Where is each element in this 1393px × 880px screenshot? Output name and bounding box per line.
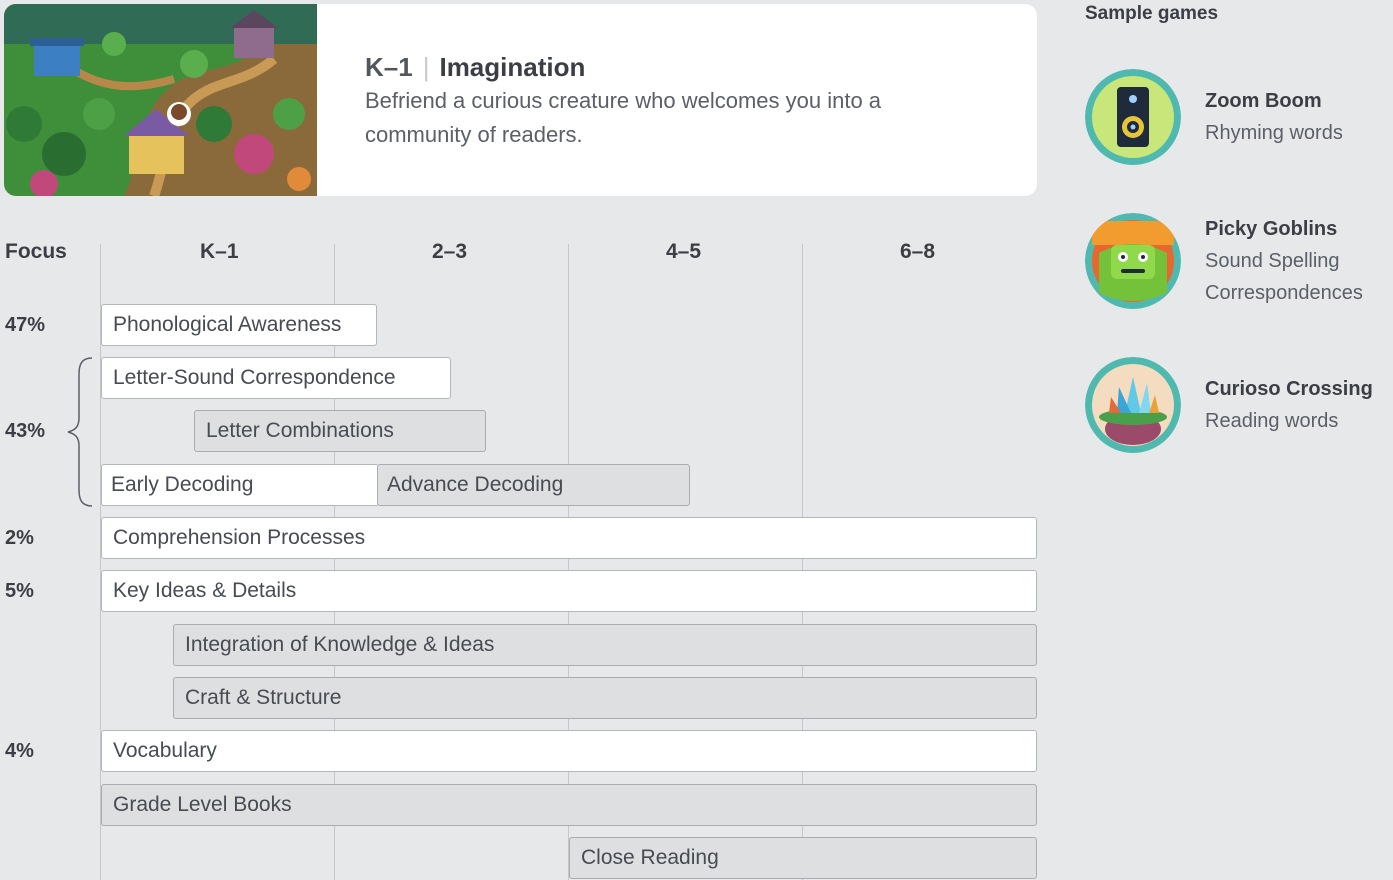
title-separator: | xyxy=(422,52,430,82)
world-card[interactable]: K–1 | Imagination Befriend a curious creat… xyxy=(4,4,1037,196)
goblin-icon xyxy=(1085,213,1181,309)
game-description: Reading words xyxy=(1205,410,1339,432)
skill-bar-close-reading[interactable]: Close Reading xyxy=(569,837,1037,879)
sample-games-title: Sample games xyxy=(1085,3,1219,24)
skill-bar-letter-sound[interactable]: Letter-Sound Correspondence xyxy=(101,357,451,399)
group-brace xyxy=(67,357,93,507)
skill-bar-craft-structure[interactable]: Craft & Structure xyxy=(173,677,1037,719)
skill-bar-early-decoding[interactable]: Early Decoding xyxy=(101,464,379,506)
grade-column-68: 6–8 xyxy=(900,240,936,263)
game-description: Rhyming words xyxy=(1205,122,1343,144)
game-text: Curioso Crossing Reading words xyxy=(1205,373,1393,437)
world-map-illustration xyxy=(4,4,317,196)
focus-column-header: Focus xyxy=(5,240,67,263)
world-card-description: Befriend a curious creature who welcomes… xyxy=(365,88,882,147)
game-description: Sound Spelling Correspondences xyxy=(1205,250,1363,304)
world-card-text: K–1 | Imagination Befriend a curious creat… xyxy=(365,50,985,152)
grade-column-k1: K–1 xyxy=(200,240,239,263)
world-card-name: Imagination xyxy=(439,52,586,82)
skill-bar-phonological-awareness[interactable]: Phonological Awareness xyxy=(101,304,377,346)
focus-percent: 5% xyxy=(5,580,34,602)
focus-percent: 47% xyxy=(5,314,46,336)
game-name: Picky Goblins xyxy=(1205,218,1338,240)
skill-bar-vocabulary[interactable]: Vocabulary xyxy=(101,730,1037,772)
skill-bar-comprehension-processes[interactable]: Comprehension Processes xyxy=(101,517,1037,559)
world-card-title: K–1 | Imagination xyxy=(365,50,985,84)
focus-percent: 4% xyxy=(5,740,34,762)
focus-percent: 2% xyxy=(5,527,34,549)
game-text: Zoom Boom Rhyming words xyxy=(1205,85,1393,149)
focus-percent: 43% xyxy=(5,420,46,442)
skill-bar-letter-combinations[interactable]: Letter Combinations xyxy=(194,410,486,452)
skill-bar-key-ideas[interactable]: Key Ideas & Details xyxy=(101,570,1037,612)
grade-column-45: 4–5 xyxy=(666,240,702,263)
skill-bar-grade-level-books[interactable]: Grade Level Books xyxy=(101,784,1037,826)
game-name: Zoom Boom xyxy=(1205,90,1322,112)
skill-bar-integration[interactable]: Integration of Knowledge & Ideas xyxy=(173,624,1037,666)
speaker-icon xyxy=(1085,69,1181,165)
skill-bar-advance-decoding[interactable]: Advance Decoding xyxy=(377,464,690,506)
crystal-icon xyxy=(1085,357,1181,453)
grade-column-23: 2–3 xyxy=(432,240,468,263)
game-name: Curioso Crossing xyxy=(1205,378,1373,400)
world-card-grade: K–1 xyxy=(365,52,413,82)
game-text: Picky Goblins Sound Spelling Corresponde… xyxy=(1205,213,1393,309)
